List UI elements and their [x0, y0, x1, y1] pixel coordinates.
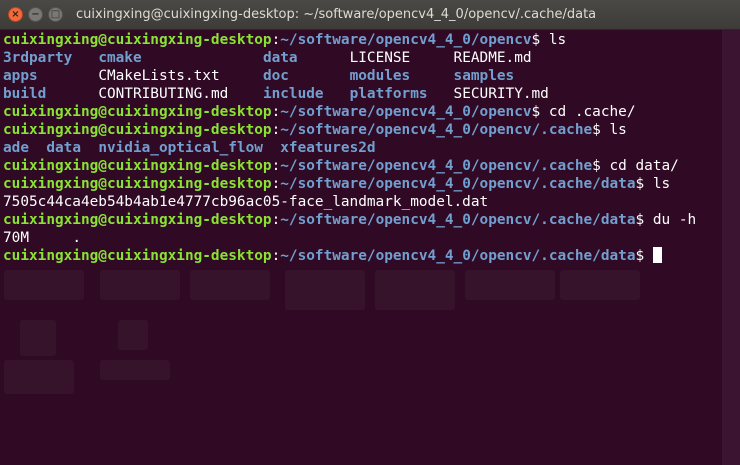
directory-entry: ade — [3, 140, 47, 156]
prompt-suffix: $ — [635, 212, 653, 228]
directory-entry: nvidia_optical_flow — [98, 140, 281, 156]
prompt-user-host: cuixingxing@cuixingxing-desktop — [3, 32, 272, 48]
directory-entry: modules — [349, 68, 454, 84]
directory-entry: 3rdparty — [3, 50, 99, 66]
prompt-suffix: $ — [592, 122, 610, 138]
prompt-user-host: cuixingxing@cuixingxing-desktop — [3, 104, 272, 120]
prompt-suffix: $ — [635, 248, 653, 264]
file-entry: CONTRIBUTING.md — [98, 86, 263, 102]
output-line: 70M . — [3, 229, 723, 247]
close-icon: × — [11, 8, 20, 20]
directory-entry: include — [262, 86, 350, 102]
prompt-separator: : — [271, 104, 281, 120]
prompt-separator: : — [271, 248, 281, 264]
file-entry: CMakeLists.txt — [98, 68, 263, 84]
file-entry: README.md — [453, 50, 532, 66]
prompt-path: ~/software/opencv4_4_0/opencv/.cache/dat… — [280, 176, 636, 192]
prompt-path: ~/software/opencv4_4_0/opencv/.cache — [280, 158, 593, 174]
command-text: ls — [609, 122, 627, 138]
file-entry: SECURITY.md — [453, 86, 549, 102]
prompt-user-host: cuixingxing@cuixingxing-desktop — [3, 122, 272, 138]
command-text: cd .cache/ — [548, 104, 636, 120]
maximize-button[interactable]: □ — [48, 7, 63, 22]
close-button[interactable]: × — [8, 7, 23, 22]
prompt-suffix: $ — [531, 104, 549, 120]
prompt-user-host: cuixingxing@cuixingxing-desktop — [3, 176, 272, 192]
maximize-icon: □ — [50, 8, 61, 20]
prompt-line: cuixingxing@cuixingxing-desktop:~/softwa… — [3, 103, 723, 121]
output-line: build CONTRIBUTING.md include platforms … — [3, 85, 723, 103]
prompt-separator: : — [271, 32, 281, 48]
terminal-output: cuixingxing@cuixingxing-desktop:~/softwa… — [3, 31, 723, 265]
title-bar[interactable]: × − □ cuixingxing@cuixingxing-desktop: ~… — [0, 0, 740, 30]
command-text: ls — [652, 176, 671, 192]
prompt-separator: : — [271, 212, 281, 228]
directory-entry: cmake — [98, 50, 263, 66]
prompt-suffix: $ — [531, 32, 549, 48]
prompt-suffix: $ — [592, 158, 610, 174]
prompt-suffix: $ — [635, 176, 653, 192]
minimize-icon: − — [31, 8, 40, 20]
prompt-line: cuixingxing@cuixingxing-desktop:~/softwa… — [3, 175, 723, 193]
prompt-user-host: cuixingxing@cuixingxing-desktop — [3, 248, 272, 264]
directory-entry: apps — [3, 68, 99, 84]
prompt-path: ~/software/opencv4_4_0/opencv/.cache/dat… — [280, 248, 636, 264]
output-line: 7505c44ca4eb54b4ab1e4777cb96ac05-face_la… — [3, 193, 723, 211]
command-text: du -h — [652, 212, 697, 228]
prompt-user-host: cuixingxing@cuixingxing-desktop — [3, 212, 272, 228]
directory-entry: data — [46, 140, 99, 156]
prompt-separator: : — [271, 122, 281, 138]
prompt-line: cuixingxing@cuixingxing-desktop:~/softwa… — [3, 157, 723, 175]
text-cursor — [652, 247, 662, 263]
file-entry: 7505c44ca4eb54b4ab1e4777cb96ac05-face_la… — [3, 194, 489, 210]
command-text: cd data/ — [609, 158, 679, 174]
minimize-button[interactable]: − — [28, 7, 43, 22]
output-line: ade data nvidia_optical_flow xfeatures2d — [3, 139, 723, 157]
scrollbar[interactable] — [722, 30, 740, 465]
prompt-path: ~/software/opencv4_4_0/opencv — [280, 104, 532, 120]
command-text: ls — [548, 32, 567, 48]
directory-entry: data — [262, 50, 350, 66]
prompt-line: cuixingxing@cuixingxing-desktop:~/softwa… — [3, 211, 723, 229]
directory-entry: doc — [262, 68, 350, 84]
prompt-separator: : — [271, 158, 281, 174]
prompt-path: ~/software/opencv4_4_0/opencv/.cache/dat… — [280, 212, 636, 228]
file-entry: . — [72, 230, 81, 246]
directory-entry: xfeatures2d — [280, 140, 376, 156]
window-title: cuixingxing@cuixingxing-desktop: ~/softw… — [76, 7, 597, 22]
directory-entry: build — [3, 86, 99, 102]
prompt-separator: : — [271, 176, 281, 192]
terminal-window: × − □ cuixingxing@cuixingxing-desktop: ~… — [0, 0, 740, 465]
output-line: 3rdparty cmake data LICENSE README.md — [3, 49, 723, 67]
prompt-user-host: cuixingxing@cuixingxing-desktop — [3, 158, 272, 174]
prompt-path: ~/software/opencv4_4_0/opencv — [280, 32, 532, 48]
directory-entry: platforms — [349, 86, 454, 102]
file-entry: LICENSE — [349, 50, 454, 66]
prompt-line: cuixingxing@cuixingxing-desktop:~/softwa… — [3, 121, 723, 139]
current-prompt-line: cuixingxing@cuixingxing-desktop:~/softwa… — [3, 247, 723, 265]
directory-entry: samples — [453, 68, 515, 84]
terminal-area[interactable]: cuixingxing@cuixingxing-desktop:~/softwa… — [0, 30, 740, 465]
prompt-path: ~/software/opencv4_4_0/opencv/.cache — [280, 122, 593, 138]
output-line: apps CMakeLists.txt doc modules samples — [3, 67, 723, 85]
file-entry: 70M — [3, 230, 73, 246]
prompt-line: cuixingxing@cuixingxing-desktop:~/softwa… — [3, 31, 723, 49]
